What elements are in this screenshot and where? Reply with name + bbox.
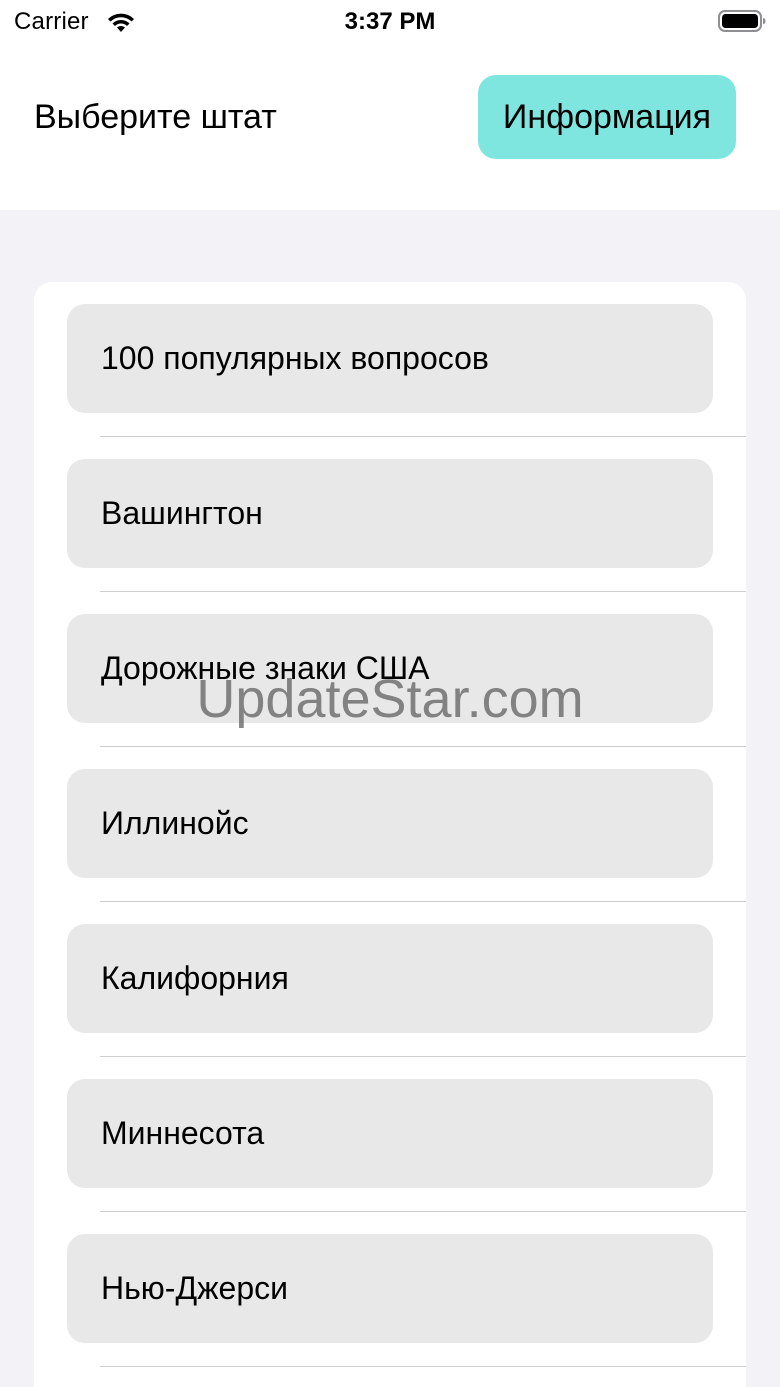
navigation-header: Выберите штат Информация: [0, 44, 780, 210]
app-screen: Carrier 3:37 PM Выберите штат Информация…: [0, 0, 780, 1387]
list-item-label[interactable]: Иллинойс: [67, 769, 713, 878]
status-bar: Carrier 3:37 PM: [0, 0, 780, 44]
info-button[interactable]: Информация: [478, 75, 736, 159]
list-item-label[interactable]: Вашингтон: [67, 459, 713, 568]
list-item[interactable]: 100 популярных вопросов: [34, 282, 746, 437]
list-item-label[interactable]: Дорожные знаки США: [67, 614, 713, 723]
list-item[interactable]: Вашингтон: [34, 437, 746, 592]
list-item[interactable]: Калифорния: [34, 902, 746, 1057]
row-divider: [100, 1366, 746, 1367]
list-item[interactable]: Миннесота: [34, 1057, 746, 1212]
list-item-label[interactable]: Нью-Джерси: [67, 1234, 713, 1343]
list-item[interactable]: Иллинойс: [34, 747, 746, 902]
status-time: 3:37 PM: [344, 8, 436, 35]
list-item-label[interactable]: 100 популярных вопросов: [67, 304, 713, 413]
list-item[interactable]: Дорожные знаки США: [34, 592, 746, 747]
list-item-label[interactable]: Калифорния: [67, 924, 713, 1033]
list-item-label[interactable]: Миннесота: [67, 1079, 713, 1188]
state-list: 100 популярных вопросов Вашингтон Дорожн…: [34, 282, 746, 1387]
page-title: Выберите штат: [34, 98, 277, 136]
battery-icon: [718, 10, 766, 32]
list-item[interactable]: Нью-Джерси: [34, 1212, 746, 1367]
